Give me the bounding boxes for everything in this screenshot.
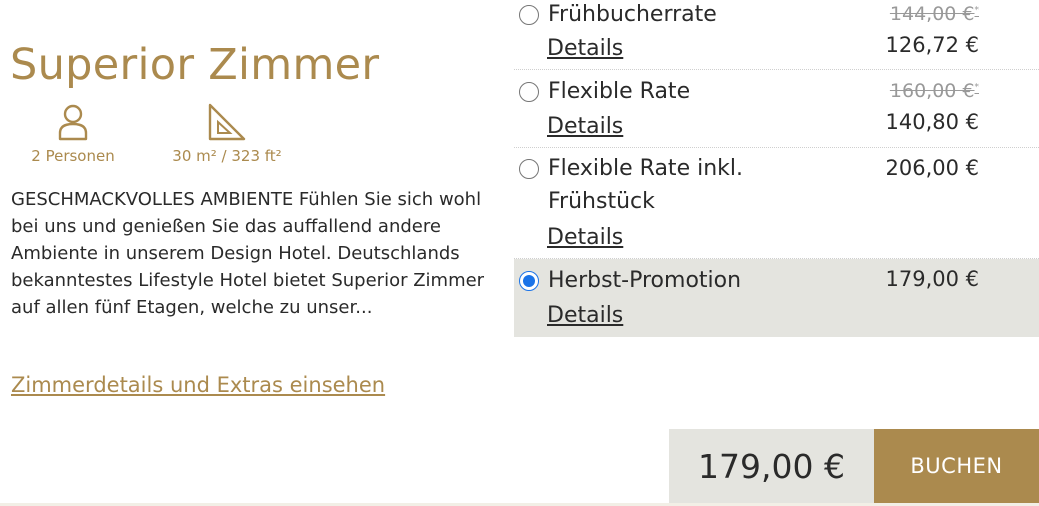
rate-radio[interactable] (519, 5, 539, 25)
person-icon (58, 104, 88, 141)
rate-name: Flexible Rate inkl. Frühstück (548, 156, 743, 214)
rate-price: 179,00 € (885, 267, 979, 291)
book-button[interactable]: BUCHEN (874, 429, 1039, 503)
room-title: Superior Zimmer (10, 40, 380, 90)
rate-details-link[interactable]: Details (547, 223, 623, 253)
rate-radio[interactable] (519, 159, 539, 179)
room-description: GESCHMACKVOLLES AMBIENTE Fühlen Sie sich… (11, 189, 485, 318)
size-feature: 30 m² / 323 ft² (152, 103, 302, 165)
rate-option-fruehbucher[interactable]: Frühbucherrate Details 144,00 €* 126,72 … (514, 0, 1039, 70)
rate-name: Frühbucherrate (548, 2, 717, 27)
total-price: 179,00 € (669, 429, 874, 503)
size-label: 30 m² / 323 ft² (172, 147, 282, 165)
rate-option-flexible-breakfast[interactable]: Flexible Rate inkl. Frühstück Details 20… (514, 148, 1039, 259)
room-details-link[interactable]: Zimmerdetails und Extras einsehen (11, 373, 385, 397)
rate-old-price: 144,00 €* (889, 3, 979, 25)
rate-option-flexible[interactable]: Flexible Rate Details 160,00 €* 140,80 € (514, 70, 1039, 148)
rate-name: Flexible Rate (548, 79, 691, 104)
rate-radio[interactable] (519, 271, 539, 291)
rate-old-price: 160,00 €* (889, 80, 979, 102)
persons-feature: 2 Personen (18, 103, 128, 165)
rate-price: 140,80 € (885, 110, 979, 134)
rate-details-link[interactable]: Details (547, 301, 623, 331)
rate-details-link[interactable]: Details (547, 34, 623, 64)
rate-list: Frühbucherrate Details 144,00 €* 126,72 … (514, 0, 1039, 337)
rate-name: Herbst-Promotion (548, 268, 742, 293)
ruler-triangle-icon (208, 103, 246, 141)
rate-radio[interactable] (519, 82, 539, 102)
rate-option-herbst-promotion[interactable]: Herbst-Promotion Details 179,00 € (514, 259, 1039, 337)
rate-price: 206,00 € (885, 156, 979, 180)
persons-label: 2 Personen (31, 147, 115, 165)
rate-price: 126,72 € (885, 33, 979, 57)
rate-details-link[interactable]: Details (547, 112, 623, 142)
